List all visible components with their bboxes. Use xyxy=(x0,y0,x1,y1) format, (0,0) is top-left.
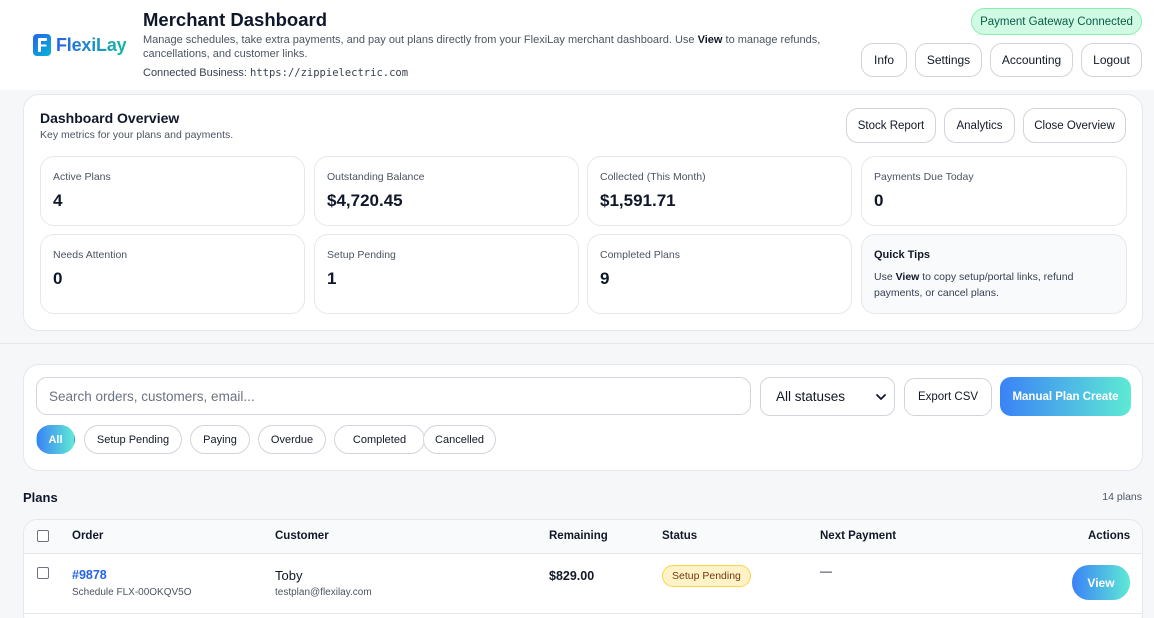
customer-name: Toby xyxy=(275,568,303,583)
metric-collected-this-month: Collected (This Month) $1,591.71 xyxy=(587,156,852,226)
flexilay-logo-icon xyxy=(33,34,51,56)
info-button[interactable]: Info xyxy=(861,43,907,77)
metric-outstanding-balance: Outstanding Balance $4,720.45 xyxy=(314,156,579,226)
status-badge: Setup Pending xyxy=(662,565,751,587)
plans-table: Order Customer Remaining Status Next Pay… xyxy=(23,519,1143,618)
connected-business-url: https://zippielectric.com xyxy=(250,67,409,79)
overview-title: Dashboard Overview xyxy=(40,110,180,126)
page-title: Merchant Dashboard xyxy=(143,9,328,30)
quick-tips-text: Use View to copy setup/portal links, ref… xyxy=(874,271,1074,299)
search-input[interactable] xyxy=(36,377,751,415)
next-payment: — xyxy=(820,564,832,578)
page-subtitle: Manage schedules, take extra payments, a… xyxy=(143,34,821,60)
customer-email: testplan@flexilay.com xyxy=(275,587,372,598)
brand-name: FlexiLay xyxy=(56,34,127,55)
status-select[interactable]: All statuses xyxy=(760,377,895,416)
overview-subtitle: Key metrics for your plans and payments. xyxy=(40,129,234,141)
view-button[interactable]: View xyxy=(1072,565,1130,600)
analytics-button[interactable]: Analytics xyxy=(944,108,1015,143)
order-schedule: Schedule FLX-00OKQV5O xyxy=(72,587,192,598)
column-header-remaining[interactable]: Remaining xyxy=(549,530,608,542)
filter-pill-overdue[interactable]: Overdue xyxy=(258,425,326,454)
connected-business: Connected Business: https://zippielectri… xyxy=(143,67,409,79)
header: FlexiLay Merchant Dashboard Manage sched… xyxy=(0,0,1154,90)
metric-setup-pending: Setup Pending 1 xyxy=(314,234,579,314)
settings-button[interactable]: Settings xyxy=(915,43,982,77)
stock-report-button[interactable]: Stock Report xyxy=(846,108,936,143)
plans-count: 14 plans xyxy=(1102,491,1142,503)
dashboard-overview-card: Dashboard Overview Key metrics for your … xyxy=(23,94,1143,331)
column-header-order[interactable]: Order xyxy=(72,530,103,542)
logout-button[interactable]: Logout xyxy=(1081,43,1142,77)
export-csv-button[interactable]: Export CSV xyxy=(904,378,992,416)
column-header-next-payment[interactable]: Next Payment xyxy=(820,530,896,542)
section-divider xyxy=(0,343,1154,344)
metric-completed-plans: Completed Plans 9 xyxy=(587,234,852,314)
close-overview-button[interactable]: Close Overview xyxy=(1023,108,1126,143)
column-header-actions: Actions xyxy=(1088,530,1131,542)
filters-card: All statuses Export CSV Manual Plan Crea… xyxy=(23,364,1143,471)
filter-pill-completed[interactable]: Completed xyxy=(334,425,425,454)
filter-pill-all[interactable]: All xyxy=(36,425,75,454)
column-header-customer[interactable]: Customer xyxy=(275,530,329,542)
metric-payments-due-today: Payments Due Today 0 xyxy=(861,156,1127,226)
metric-active-plans: Active Plans 4 xyxy=(40,156,305,226)
manual-plan-create-button[interactable]: Manual Plan Create xyxy=(1000,377,1131,416)
chevron-down-icon xyxy=(876,394,886,400)
row-checkbox[interactable] xyxy=(37,567,49,579)
filter-pill-setup-pending[interactable]: Setup Pending xyxy=(84,425,182,454)
plans-title: Plans xyxy=(23,490,58,505)
accounting-button[interactable]: Accounting xyxy=(990,43,1073,77)
table-header: Order Customer Remaining Status Next Pay… xyxy=(24,520,1142,554)
table-row: #9878 Schedule FLX-00OKQV5O Toby testpla… xyxy=(24,554,1142,614)
brand-logo[interactable]: FlexiLay xyxy=(33,34,127,56)
column-header-status[interactable]: Status xyxy=(662,530,697,542)
remaining-amount: $829.00 xyxy=(549,569,595,583)
status-select-value: All statuses xyxy=(776,389,846,404)
select-all-checkbox[interactable] xyxy=(37,530,49,542)
filter-pill-cancelled[interactable]: Cancelled xyxy=(423,425,496,454)
filter-pill-paying[interactable]: Paying xyxy=(190,425,250,454)
quick-tips-card: Quick Tips Use View to copy setup/portal… xyxy=(861,234,1127,314)
order-link[interactable]: #9878 xyxy=(72,568,107,582)
gateway-status-badge: Payment Gateway Connected xyxy=(971,8,1142,35)
metric-needs-attention: Needs Attention 0 xyxy=(40,234,305,314)
quick-tips-title: Quick Tips xyxy=(874,249,931,261)
